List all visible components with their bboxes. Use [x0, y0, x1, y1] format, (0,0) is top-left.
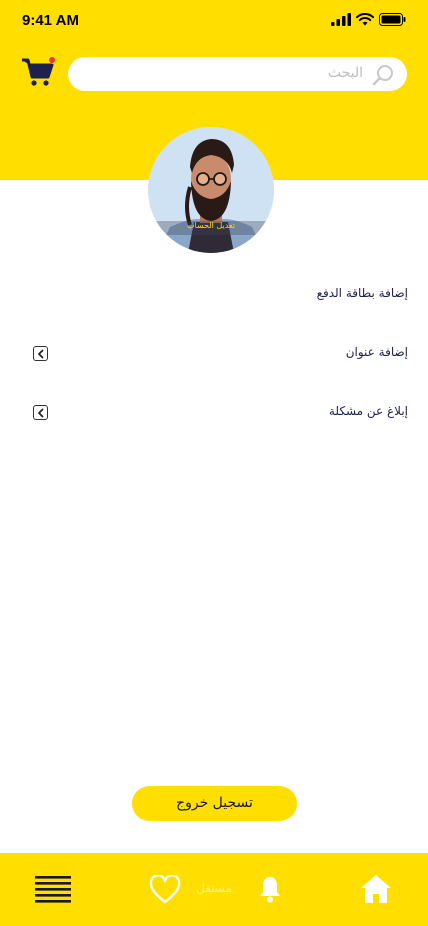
- search-icon: [372, 65, 393, 86]
- watermark-text: مستقل: [196, 881, 232, 895]
- nav-favorites-button[interactable]: [149, 874, 181, 909]
- menu-item-label: إضافة بطاقة الدفع: [316, 286, 408, 300]
- search-placeholder: البحث: [327, 65, 363, 81]
- bottom-nav: مستقل: [0, 853, 428, 926]
- edit-account-label[interactable]: تعديل الحساب: [148, 221, 274, 230]
- battery-icon: [379, 13, 406, 26]
- menu-item-add-address[interactable]: إضافة عنوان: [0, 339, 428, 369]
- logout-button[interactable]: تسجيل خروج: [132, 786, 297, 821]
- menu-item-add-payment-card[interactable]: إضافة بطاقة الدفع: [0, 280, 428, 310]
- signal-icon: [331, 13, 351, 26]
- nav-home-button[interactable]: [359, 873, 393, 909]
- cart-icon: [22, 57, 55, 86]
- heart-icon: [149, 874, 181, 904]
- cart-badge: [49, 57, 55, 63]
- menu-item-report-problem[interactable]: إبلاغ عن مشكلة: [0, 398, 428, 428]
- nav-menu-button[interactable]: [35, 875, 71, 909]
- wifi-icon: [356, 13, 374, 26]
- profile-avatar[interactable]: تعديل الحساب: [148, 127, 274, 253]
- chevron-left-icon: [33, 405, 48, 420]
- menu-icon: [35, 876, 71, 903]
- bell-icon: [260, 877, 280, 903]
- home-icon: [361, 875, 391, 903]
- nav-notifications-button[interactable]: [258, 875, 282, 907]
- status-time: 9:41 AM: [22, 12, 79, 29]
- menu-item-label: إبلاغ عن مشكلة: [328, 404, 408, 418]
- search-field[interactable]: البحث: [68, 57, 407, 91]
- menu-item-label: إضافة عنوان: [345, 345, 408, 359]
- status-icons: [331, 13, 406, 26]
- cart-button[interactable]: [20, 56, 56, 88]
- chevron-left-icon: [33, 346, 48, 361]
- avatar-illustration: [148, 127, 274, 253]
- status-bar: 9:41 AM: [0, 0, 428, 44]
